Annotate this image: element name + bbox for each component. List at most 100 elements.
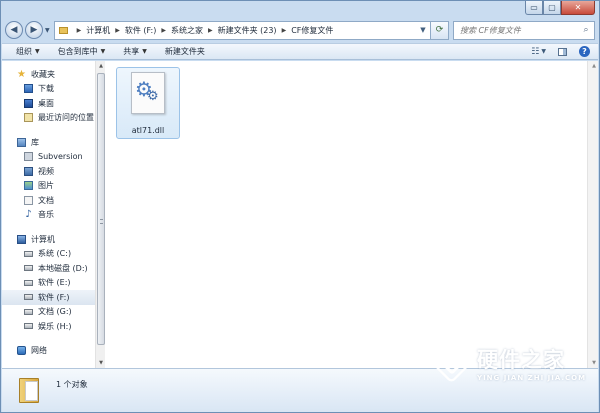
breadcrumb-chevron-icon: ▶ (76, 26, 82, 34)
nav-computer[interactable]: 计算机 (2, 232, 95, 247)
drive-icon (24, 308, 33, 315)
watermark-text: 硬件之家 YING JIAN ZHI JIA.COM (477, 348, 586, 382)
forward-button[interactable]: ▶ (25, 21, 43, 39)
drive-icon (24, 323, 33, 330)
nav-subversion[interactable]: Subversion (2, 150, 95, 165)
file-list-scrollbar[interactable]: ▲ ▼ (587, 61, 598, 368)
search-box[interactable]: ⌕ (453, 20, 595, 40)
nav-label: Subversion (38, 152, 83, 162)
nav-drive-h[interactable]: 娱乐 (H:) (2, 319, 95, 334)
nav-drive-d[interactable]: 本地磁盘 (D:) (2, 261, 95, 276)
nav-pictures[interactable]: 图片 (2, 179, 95, 194)
share-button[interactable]: 共享 ▼ (123, 46, 147, 57)
scroll-down-icon[interactable]: ▼ (97, 358, 105, 368)
folder-icon (58, 26, 68, 34)
view-icon: ☷ (531, 46, 540, 57)
help-button[interactable]: ? (579, 46, 590, 57)
gear-icon: ⚙ (147, 89, 159, 104)
nav-downloads[interactable]: 下载 (2, 82, 95, 97)
network-icon (17, 346, 26, 356)
music-library-icon: ♪ (25, 209, 32, 221)
nav-network[interactable]: 网络 (2, 344, 95, 359)
search-icon[interactable]: ⌕ (578, 25, 594, 35)
refresh-button[interactable]: ⟳ (431, 20, 449, 40)
nav-label: 图片 (38, 181, 54, 191)
back-arrow-icon: ◀ (10, 25, 18, 35)
item-count: 1 个对象 (56, 380, 88, 389)
scroll-up-icon[interactable]: ▲ (590, 61, 598, 71)
scroll-up-icon[interactable]: ▲ (97, 61, 105, 71)
nav-drive-c[interactable]: 系统 (C:) (2, 247, 95, 262)
nav-videos[interactable]: 视频 (2, 164, 95, 179)
nav-pane-scrollbar[interactable]: ▲ ▼ (95, 61, 105, 368)
scroll-down-icon[interactable]: ▼ (590, 358, 598, 368)
recent-places-icon (24, 113, 33, 123)
refresh-icon: ⟳ (435, 25, 444, 35)
breadcrumb-chevron-icon: ▶ (281, 26, 287, 34)
breadcrumb-sep-root[interactable]: ▶ (72, 27, 87, 34)
nav-recent-places[interactable]: 最近访问的位置 (2, 111, 95, 126)
maximize-button[interactable]: ▢ (543, 1, 561, 15)
search-input[interactable] (460, 25, 578, 35)
nav-desktop[interactable]: 桌面 (2, 96, 95, 111)
address-bar[interactable]: ▶ 计算机 ▶ 软件 (F:) ▶ 系统之家 ▶ 新建文件夹 (23) ▶ CF修复文件… (53, 20, 431, 40)
preview-pane-button[interactable] (558, 47, 567, 56)
watermark-logo-icon (433, 345, 471, 385)
drive-icon (24, 250, 33, 257)
dropdown-arrow-icon: ▼ (420, 26, 426, 34)
breadcrumb-label: 新建文件夹 (23) (217, 25, 277, 35)
nav-label: 软件 (E:) (38, 278, 71, 288)
include-in-library-button[interactable]: 包含到库中 ▼ (58, 46, 106, 57)
nav-label: 软件 (F:) (38, 292, 70, 302)
scrollbar-thumb[interactable] (97, 73, 105, 345)
nav-label: 计算机 (31, 234, 55, 244)
minimize-button[interactable]: ▭ (525, 1, 543, 15)
breadcrumb-label: 软件 (F:) (124, 25, 157, 35)
watermark-cn: 硬件之家 (477, 348, 565, 372)
forward-arrow-icon: ▶ (30, 25, 38, 35)
computer-group: 计算机 系统 (C:) 本地磁盘 (D:) 软件 (E:) 软件 (F:) 文档… (2, 232, 95, 334)
nav-music[interactable]: ♪ 音乐 (2, 208, 95, 223)
nav-label: 视频 (38, 166, 54, 176)
nav-drive-g[interactable]: 文档 (G:) (2, 305, 95, 320)
nav-label: 最近访问的位置 (38, 113, 94, 123)
breadcrumb-cf-repair[interactable]: CF修复文件 (291, 25, 333, 36)
nav-label: 娱乐 (H:) (38, 321, 72, 331)
content-area: ★ 收藏夹 下载 桌面 最近访问的位置 库 Subversion 视频 图片 文档… (2, 61, 598, 368)
breadcrumb-drive-f[interactable]: 软件 (F:) ▶ (125, 25, 171, 36)
favorites-group: ★ 收藏夹 下载 桌面 最近访问的位置 (2, 67, 95, 125)
nav-drive-e[interactable]: 软件 (E:) (2, 276, 95, 291)
breadcrumb-new-folder-23[interactable]: 新建文件夹 (23) ▶ (218, 25, 292, 36)
file-list: ⚙ ⚙ atl71.dll (106, 61, 586, 368)
breadcrumb-xitongzhijia[interactable]: 系统之家 ▶ (171, 25, 218, 36)
back-button[interactable]: ◀ (5, 21, 23, 39)
pictures-library-icon (24, 181, 33, 191)
address-dropdown[interactable]: ▼ (416, 22, 430, 39)
breadcrumb-chevron-icon: ▶ (161, 26, 166, 34)
downloads-icon (24, 84, 33, 94)
organize-button[interactable]: 组织 ▼ (16, 46, 40, 57)
new-folder-button[interactable]: 新建文件夹 (165, 46, 205, 57)
grip-icon (100, 219, 103, 224)
file-item-atl71-dll[interactable]: ⚙ ⚙ atl71.dll (116, 67, 180, 139)
recent-pages-dropdown[interactable]: ▼ (45, 27, 50, 34)
chevron-down-icon: ▼ (142, 48, 147, 55)
help-icon: ? (579, 46, 590, 57)
share-label: 共享 (123, 47, 140, 56)
subversion-icon (24, 152, 33, 162)
change-view-button[interactable]: ☷ ▼ (531, 47, 546, 57)
nav-label: 收藏夹 (31, 69, 55, 79)
nav-drive-f[interactable]: 软件 (F:) (2, 290, 95, 305)
watermark-en: YING JIAN ZHI JIA.COM (477, 374, 587, 382)
nav-label: 文档 (38, 195, 54, 205)
nav-label: 桌面 (38, 98, 54, 108)
network-group: 网络 (2, 344, 95, 359)
nav-favorites[interactable]: ★ 收藏夹 (2, 67, 95, 82)
libraries-group: 库 Subversion 视频 图片 文档 ♪ 音乐 (2, 135, 95, 222)
include-label: 包含到库中 (57, 47, 98, 56)
breadcrumb-computer[interactable]: 计算机 ▶ (86, 25, 125, 36)
close-button[interactable]: ✕ (561, 1, 595, 15)
nav-documents[interactable]: 文档 (2, 193, 95, 208)
nav-label: 网络 (31, 346, 47, 356)
nav-libraries[interactable]: 库 (2, 135, 95, 150)
